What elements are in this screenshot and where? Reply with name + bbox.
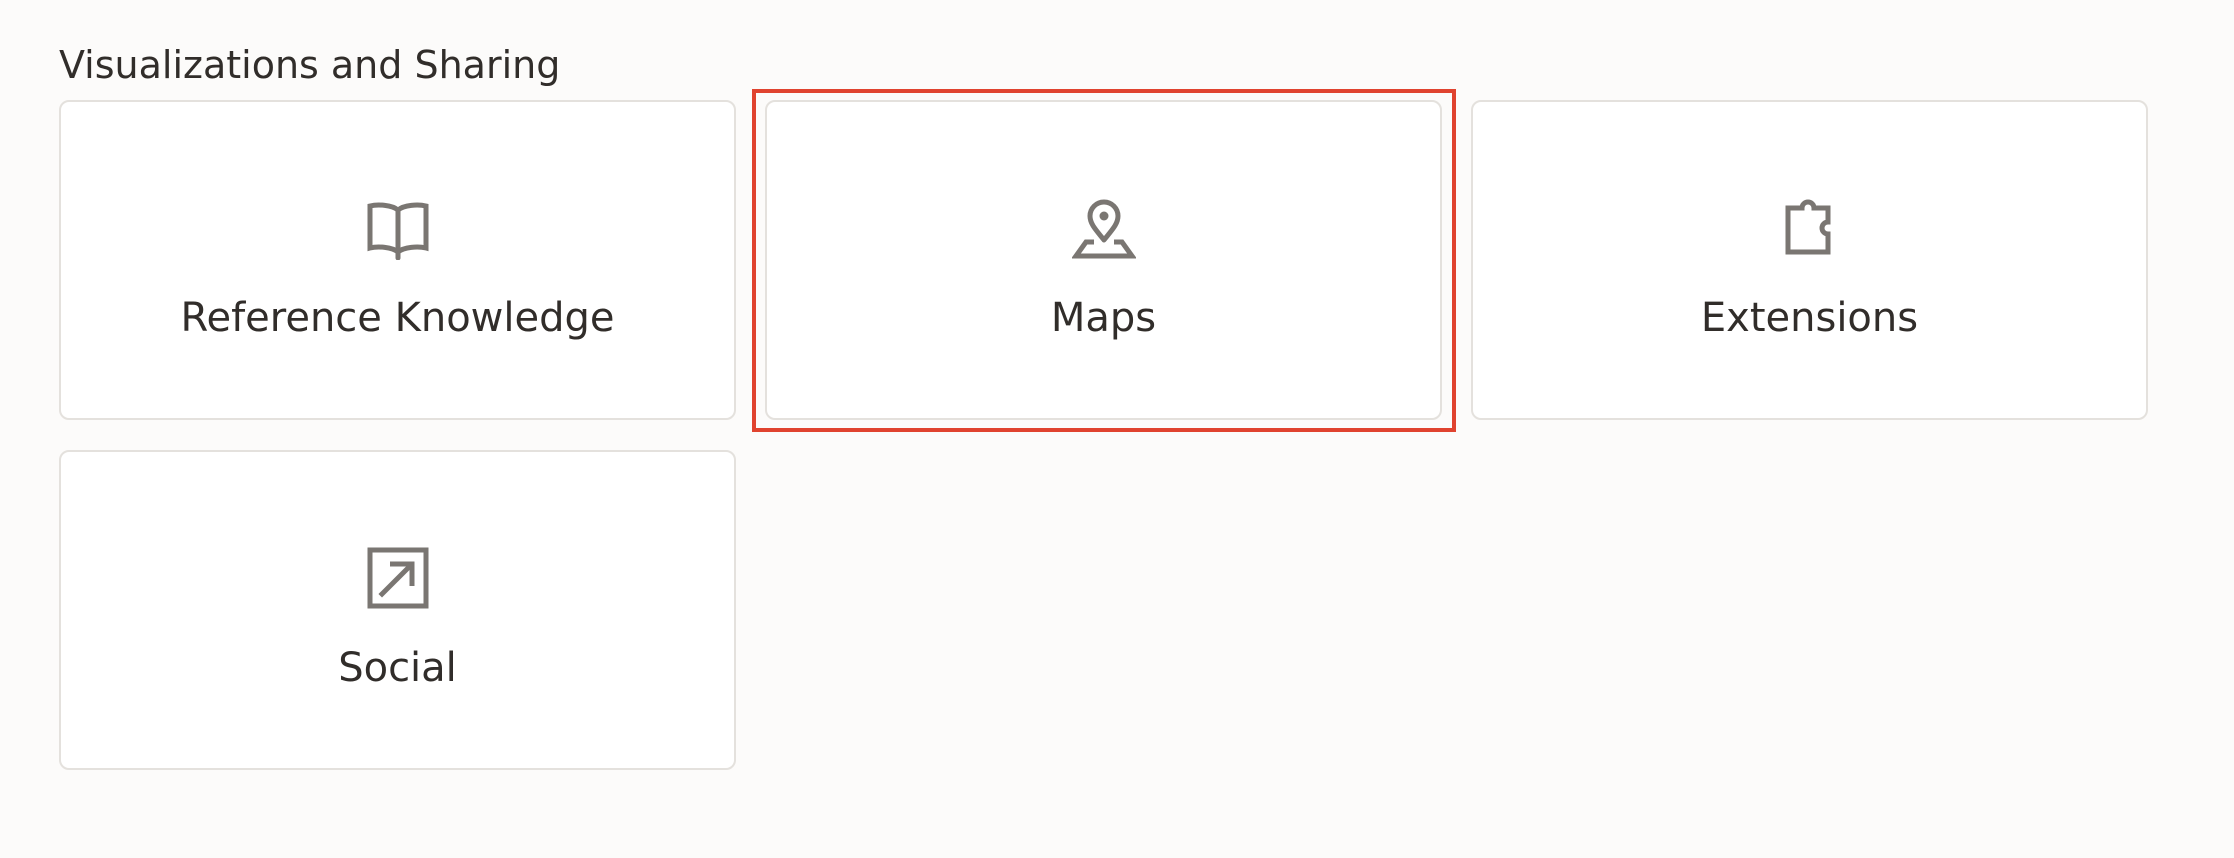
book-icon [366, 196, 430, 260]
page: Visualizations and Sharing Reference Kno… [0, 0, 2234, 858]
reference-knowledge-tile[interactable]: Reference Knowledge [59, 100, 736, 420]
puzzle-piece-icon [1778, 196, 1842, 260]
social-label: Social [338, 645, 457, 691]
share-external-icon [366, 546, 430, 610]
social-tile[interactable]: Social [59, 450, 736, 770]
reference-knowledge-label: Reference Knowledge [180, 295, 615, 341]
maps-label: Maps [1050, 295, 1157, 341]
extensions-label: Extensions [1700, 295, 1919, 341]
extensions-tile[interactable]: Extensions [1471, 100, 2148, 420]
map-pin-icon [1071, 196, 1136, 260]
section-title: Visualizations and Sharing [59, 43, 561, 87]
maps-tile[interactable]: Maps [765, 100, 1442, 420]
